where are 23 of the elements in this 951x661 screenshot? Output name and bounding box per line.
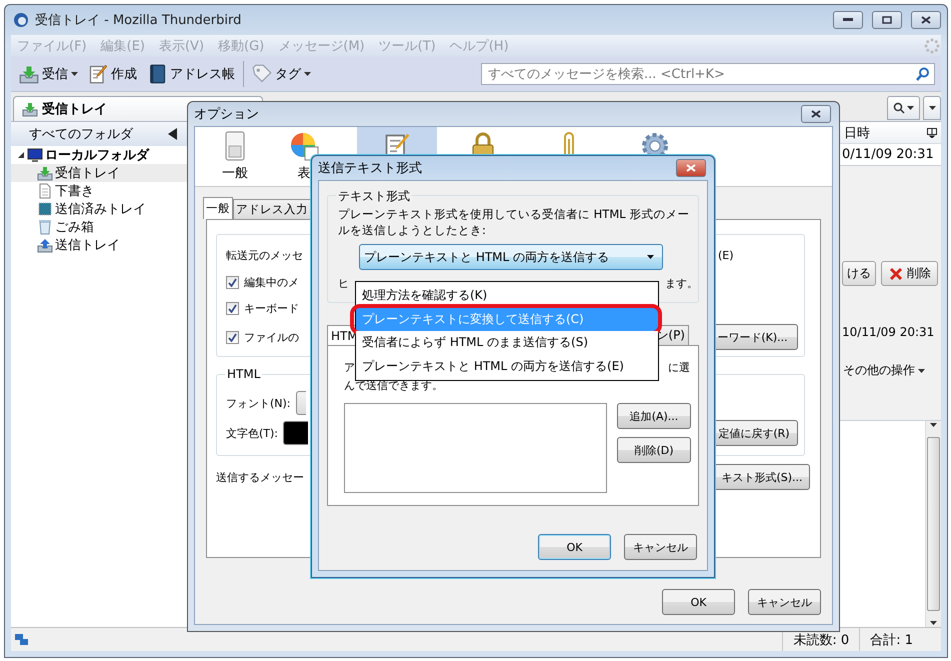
checkbox-label: ファイルの [244,330,299,344]
dialog-title: オプション [194,106,259,123]
message-date: 10/11/09 20:31 [842,325,936,339]
send-label: 送信するメッセー [216,470,304,484]
color-label: 文字色(T): [226,426,278,440]
option-text: (E) [718,248,735,262]
group-title: テキスト形式 [336,188,412,205]
hint-text: ヒ [338,276,349,290]
total-count: 合計: 1 [859,628,923,651]
checkbox-label: キーボード [244,300,299,316]
forward-label: 転送元のメッセ [226,248,303,262]
checkbox-label: 編集中のメ [244,274,299,290]
panel-text: ア [344,360,355,374]
panel-text: に選 [668,360,690,374]
hint-text: ます。 [665,276,698,290]
description-text: プレーンテキスト形式を使用している受信者に HTML 形式のメールを送信しようとしたとき: [338,206,690,238]
font-label: フォント(N): [226,396,291,410]
table-cell: 0/11/09 20:31 [842,147,934,162]
panel-text: んで送信できます。 [344,378,443,392]
window-title: 受信トレイ - Mozilla Thunderbird [35,12,242,29]
dialog-title: 送信テキスト形式 [318,160,422,177]
pane-title: すべてのフォルダ [29,126,133,143]
group-title: HTML [225,367,262,381]
